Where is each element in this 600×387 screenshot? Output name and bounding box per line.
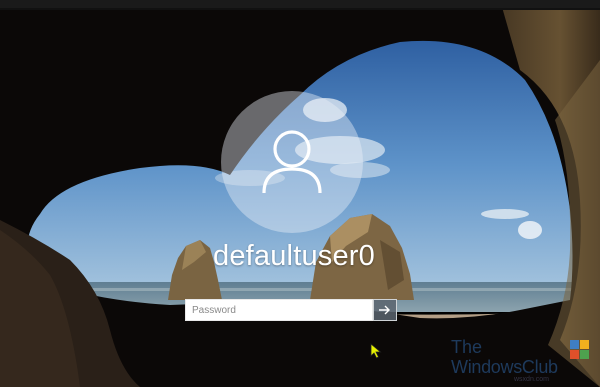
windows-club-logo-icon xyxy=(570,340,589,359)
lock-screen: defaultuser0 The WindowsClub wsxdn.com xyxy=(0,0,600,387)
user-avatar xyxy=(221,91,363,233)
watermark: The WindowsClub wsxdn.com xyxy=(451,337,597,385)
user-icon xyxy=(262,130,322,194)
username-label: defaultuser0 xyxy=(212,240,375,272)
mouse-pointer-icon xyxy=(370,343,382,359)
submit-button[interactable] xyxy=(373,299,397,321)
watermark-url: wsxdn.com xyxy=(514,376,550,383)
password-input[interactable] xyxy=(185,299,373,321)
top-bar xyxy=(0,0,600,8)
arrow-right-icon xyxy=(379,305,390,315)
watermark-line2: WindowsClub xyxy=(451,357,558,377)
watermark-line1: The xyxy=(451,337,483,357)
